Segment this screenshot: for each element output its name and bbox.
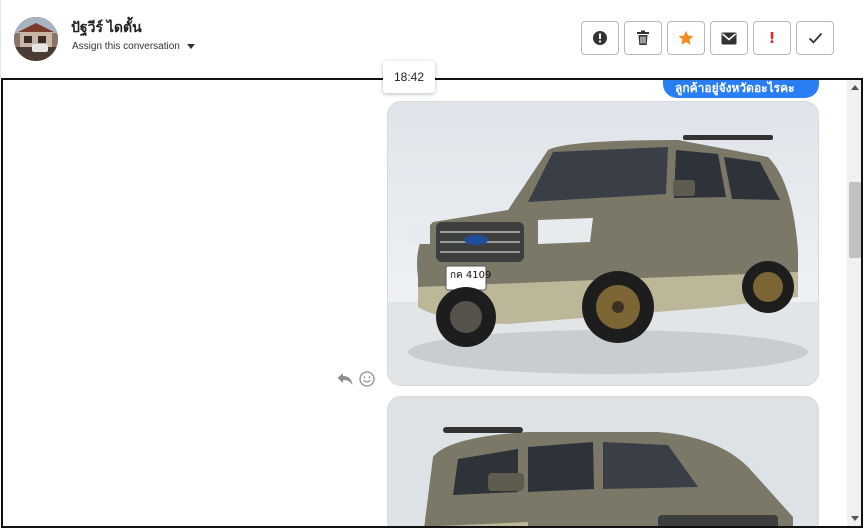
assign-label: Assign this conversation (72, 41, 180, 52)
email-button[interactable] (710, 21, 748, 55)
image-attachment[interactable] (387, 396, 819, 526)
smile-icon[interactable] (359, 371, 375, 387)
trash-icon (637, 30, 649, 45)
chevron-down-icon (186, 44, 195, 49)
done-button[interactable] (796, 21, 834, 55)
reply-icon[interactable] (337, 372, 353, 386)
contact-name: ปัฐวีร์ ไดตั้น (71, 19, 142, 35)
alert-circle-icon (593, 31, 607, 45)
message-timestamp: 18:42 (383, 61, 435, 93)
toolbar: ! (581, 21, 834, 55)
star-button[interactable] (667, 21, 705, 55)
priority-button[interactable]: ! (753, 21, 791, 55)
svg-text:กค 4109: กค 4109 (450, 270, 491, 281)
message-actions (337, 371, 375, 387)
conversation-panel: ลูกค้าอยู่จังหวัดอะไรคะ กค 4109 (1, 78, 863, 528)
scroll-thumb[interactable] (849, 182, 861, 258)
message-bubble: ลูกค้าอยู่จังหวัดอะไรคะ (663, 80, 819, 98)
assign-conversation-dropdown[interactable]: Assign this conversation (72, 41, 195, 52)
image-attachment[interactable]: กค 4109 (387, 101, 819, 386)
important-button[interactable] (581, 21, 619, 55)
avatar[interactable] (14, 17, 58, 61)
envelope-icon (721, 32, 737, 44)
exclamation-icon: ! (768, 29, 776, 47)
scroll-down-arrow-icon[interactable] (851, 516, 859, 521)
scrollbar[interactable] (847, 80, 861, 526)
check-icon (808, 32, 822, 44)
delete-button[interactable] (624, 21, 662, 55)
star-icon (678, 30, 694, 45)
scroll-up-arrow-icon[interactable] (851, 85, 859, 90)
